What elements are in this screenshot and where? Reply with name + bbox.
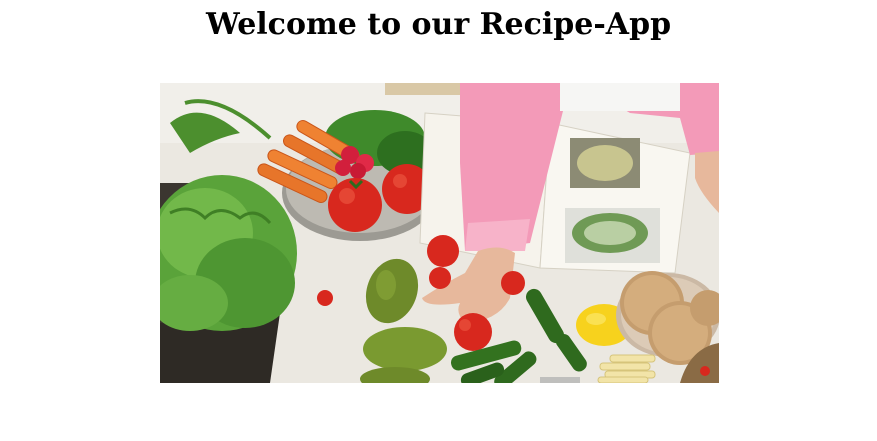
hero-illustration <box>160 83 719 383</box>
page-title: Welcome to our Recipe-App <box>205 7 672 42</box>
hero-image <box>160 83 719 383</box>
recipe-app-page: Welcome to our Recipe-App <box>0 0 877 441</box>
